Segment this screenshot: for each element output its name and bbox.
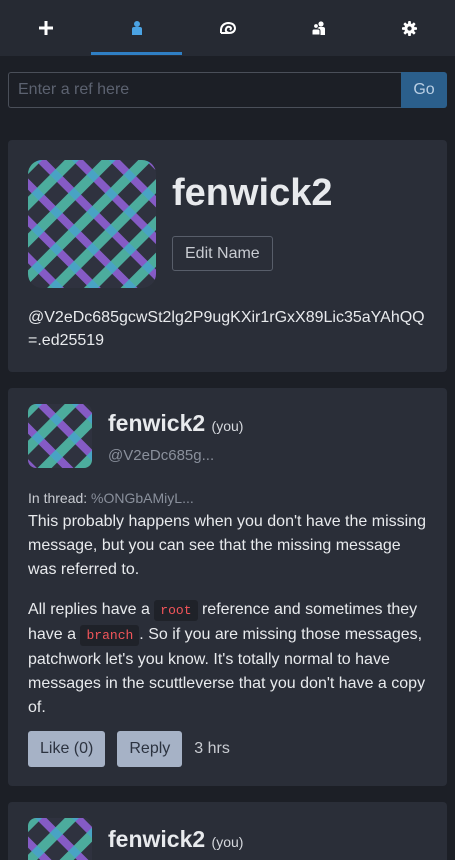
author-avatar[interactable] xyxy=(28,818,92,860)
author-name[interactable]: fenwick2 (you) xyxy=(108,410,243,437)
person-icon xyxy=(131,21,142,35)
ref-input[interactable] xyxy=(8,72,401,108)
thread-ref[interactable]: %ONGbAMiyL... xyxy=(91,490,194,506)
post-actions: Like (0) Reply 3 hrs xyxy=(28,731,230,767)
text-segment: All replies have a xyxy=(28,601,155,618)
thread-label: In thread: xyxy=(28,490,88,506)
you-label: (you) xyxy=(211,834,244,850)
post-paragraph-2: All replies have a root reference and so… xyxy=(28,598,432,720)
post-timestamp[interactable]: 3 hrs xyxy=(194,740,230,758)
author-name-text[interactable]: fenwick2 xyxy=(108,410,205,436)
avatar[interactable] xyxy=(28,160,156,288)
author-avatar[interactable] xyxy=(28,404,92,468)
post-card: fenwick2 (you) @V2eDc685g... In thread: … xyxy=(8,388,447,786)
you-label: (you) xyxy=(211,418,244,434)
code-root: root xyxy=(154,600,198,621)
like-button[interactable]: Like (0) xyxy=(28,731,106,767)
post-card: fenwick2 (you) xyxy=(8,802,447,860)
spiral-shell-icon xyxy=(219,21,236,35)
author-name[interactable]: fenwick2 (you) xyxy=(108,826,243,853)
post-paragraph-1: This probably happens when you don't hav… xyxy=(28,513,426,578)
tab-feed[interactable] xyxy=(182,0,273,56)
tab-compose[interactable] xyxy=(0,0,91,56)
gear-icon xyxy=(402,20,417,36)
author-name-text[interactable]: fenwick2 xyxy=(108,826,205,852)
ref-search: Go xyxy=(8,72,447,108)
reply-button[interactable]: Reply xyxy=(117,731,183,767)
people-icon xyxy=(311,21,325,35)
top-nav xyxy=(0,0,455,56)
tab-settings[interactable] xyxy=(364,0,455,56)
post-body: This probably happens when you don't hav… xyxy=(28,510,432,736)
tab-profile[interactable] xyxy=(91,0,182,56)
profile-card: fenwick2 Edit Name @V2eDc685gcwSt2lg2P9u… xyxy=(8,140,447,372)
profile-name: fenwick2 xyxy=(172,172,333,214)
profile-id: @V2eDc685gcwSt2lg2P9ugKXir1rGxX89Lic35aY… xyxy=(28,309,425,349)
tab-contacts[interactable] xyxy=(273,0,364,56)
code-branch: branch xyxy=(80,625,140,646)
plus-icon xyxy=(38,21,53,35)
thread-link: In thread: %ONGbAMiyL... xyxy=(28,490,194,506)
go-button[interactable]: Go xyxy=(401,72,447,108)
author-handle[interactable]: @V2eDc685g... xyxy=(108,447,214,464)
edit-name-button[interactable]: Edit Name xyxy=(172,236,273,271)
